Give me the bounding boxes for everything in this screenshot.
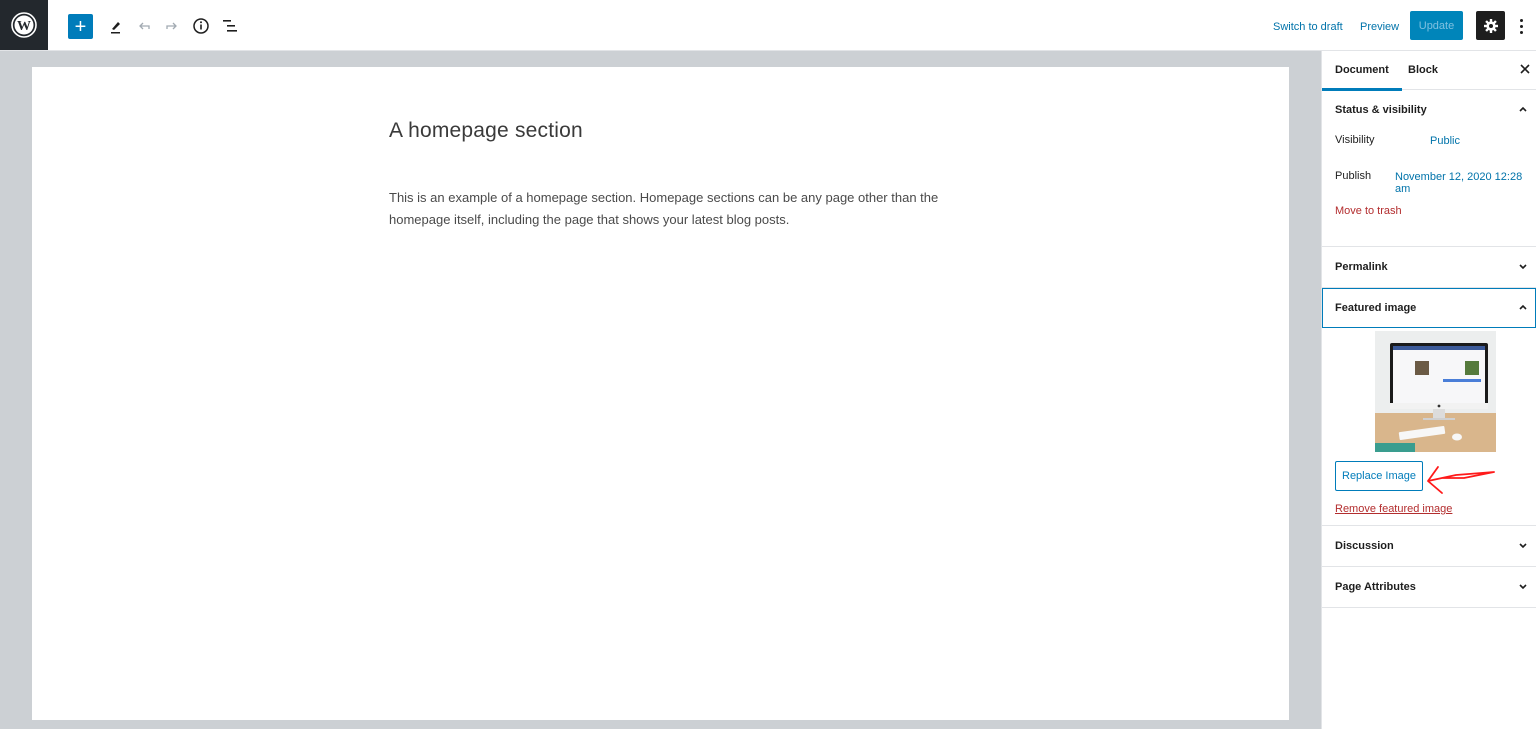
settings-sidebar: Document Block Status & visibility Visib…	[1321, 51, 1536, 729]
panel-title: Status & visibility	[1335, 104, 1427, 116]
visibility-label: Visibility	[1335, 134, 1375, 146]
visibility-value[interactable]: Public	[1430, 135, 1460, 147]
publish-row: Publish November 12, 2020 12:28 am	[1322, 166, 1536, 202]
more-vertical-icon-dot	[1519, 30, 1523, 34]
page-attributes-panel: Page Attributes	[1322, 567, 1536, 608]
chevron-up-icon	[1519, 106, 1527, 112]
panel-title: Permalink	[1335, 261, 1388, 273]
preview-button[interactable]: Preview	[1360, 21, 1399, 33]
svg-text:W: W	[17, 19, 31, 34]
close-icon	[1520, 64, 1530, 74]
block-navigation-button[interactable]	[218, 13, 242, 39]
more-options-button[interactable]	[1515, 15, 1527, 37]
chevron-up-icon	[1519, 304, 1527, 310]
editor-header: W + Switch to draft Preview Update	[0, 0, 1536, 51]
more-vertical-icon	[1519, 18, 1523, 22]
featured-image-panel: Featured image Replace Image Remove feat…	[1322, 288, 1536, 526]
panel-title: Page Attributes	[1335, 581, 1416, 593]
edit-tool-icon	[111, 22, 120, 34]
featured-image-picture	[1375, 331, 1496, 452]
more-vertical-icon-dot	[1519, 24, 1523, 28]
panel-title: Discussion	[1335, 540, 1394, 552]
discussion-toggle[interactable]: Discussion	[1322, 526, 1536, 566]
post-title[interactable]: A homepage section	[389, 119, 583, 143]
switch-to-draft-button[interactable]: Switch to draft	[1273, 21, 1343, 33]
discussion-panel: Discussion	[1322, 526, 1536, 567]
chevron-down-icon	[1519, 543, 1527, 549]
undo-icon	[139, 22, 150, 30]
editor-page: A homepage section This is an example of…	[32, 67, 1289, 720]
info-icon	[193, 18, 209, 34]
replace-image-button[interactable]: Replace Image	[1335, 461, 1423, 491]
add-block-button[interactable]: +	[68, 14, 93, 39]
editor-canvas: A homepage section This is an example of…	[0, 51, 1321, 729]
page-attributes-toggle[interactable]: Page Attributes	[1322, 567, 1536, 607]
visibility-row: Visibility Public	[1322, 130, 1536, 166]
featured-image-thumbnail[interactable]	[1375, 331, 1496, 452]
chevron-down-icon	[1519, 584, 1527, 590]
block-navigation-icon	[223, 20, 237, 32]
sidebar-tabs: Document Block	[1322, 51, 1536, 91]
wordpress-logo-button[interactable]: W	[0, 0, 48, 50]
info-button[interactable]	[189, 13, 213, 39]
update-button[interactable]: Update	[1410, 11, 1463, 40]
tab-block[interactable]: Block	[1408, 64, 1438, 76]
undo-button[interactable]	[132, 13, 156, 39]
paragraph-block[interactable]: This is an example of a homepage section…	[389, 187, 949, 231]
tools-button[interactable]	[104, 13, 128, 39]
permalink-panel: Permalink	[1322, 247, 1536, 288]
plus-icon: +	[74, 15, 87, 38]
redo-button[interactable]	[160, 13, 184, 39]
featured-image-toggle[interactable]: Featured image	[1322, 288, 1536, 328]
remove-featured-image-link[interactable]: Remove featured image	[1335, 503, 1452, 515]
status-visibility-toggle[interactable]: Status & visibility	[1322, 90, 1536, 130]
settings-button[interactable]	[1476, 11, 1505, 40]
publish-label: Publish	[1335, 170, 1372, 182]
chevron-down-icon	[1519, 264, 1527, 270]
tab-document[interactable]: Document	[1322, 64, 1402, 91]
publish-date-value[interactable]: November 12, 2020 12:28 am	[1395, 171, 1536, 195]
wordpress-logo-icon: W	[11, 12, 37, 38]
gear-icon	[1483, 18, 1498, 33]
permalink-toggle[interactable]: Permalink	[1322, 247, 1536, 287]
redo-icon	[166, 22, 177, 30]
panel-title: Featured image	[1335, 302, 1417, 314]
move-to-trash-link[interactable]: Move to trash	[1335, 205, 1402, 217]
status-visibility-panel: Status & visibility Visibility Public Pu…	[1322, 90, 1536, 247]
close-sidebar-button[interactable]	[1520, 62, 1530, 77]
trash-row: Move to trash	[1322, 202, 1536, 238]
